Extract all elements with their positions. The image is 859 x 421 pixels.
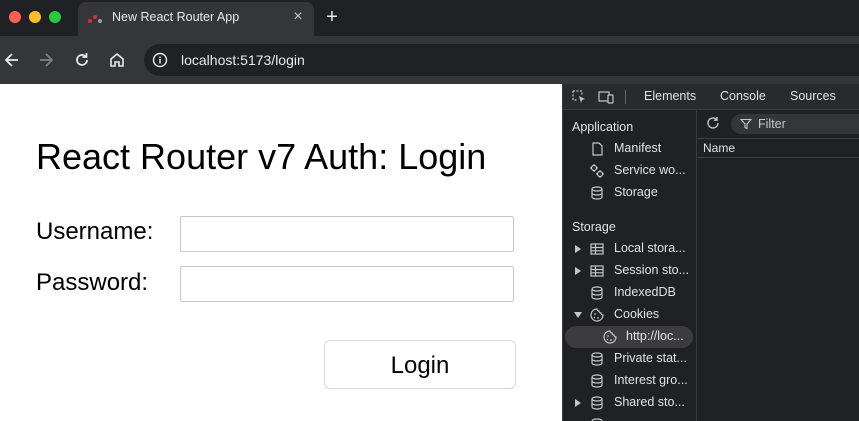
cookie-icon — [603, 330, 617, 344]
url-path: :5173/login — [236, 52, 305, 68]
table-icon — [590, 265, 604, 277]
database-icon — [591, 418, 603, 421]
close-window-button[interactable] — [9, 11, 21, 23]
sidebar-item-service-workers[interactable]: Service wo... — [563, 160, 696, 182]
expand-arrow-icon[interactable] — [574, 398, 582, 408]
sidebar-item-cookie-origin[interactable]: http://loc... — [565, 326, 693, 348]
page-title: React Router v7 Auth: Login — [36, 136, 487, 177]
sidebar-item-shared-storage[interactable]: Shared sto... — [563, 392, 696, 414]
username-input[interactable] — [180, 216, 514, 252]
tab-title: New React Router App — [112, 10, 240, 24]
reload-icon[interactable] — [72, 50, 92, 70]
browser-toolbar: localhost:5173/login — [0, 36, 859, 84]
close-tab-icon[interactable]: × — [290, 9, 306, 25]
minimize-window-button[interactable] — [29, 11, 41, 23]
username-label: Username: — [36, 218, 154, 245]
refresh-icon[interactable] — [705, 115, 721, 131]
sidebar-item-label: Manifest — [614, 141, 662, 155]
database-icon — [591, 374, 603, 388]
cookie-icon — [590, 308, 604, 322]
table-header: Name — [697, 138, 859, 158]
sidebar-item-label: Service wo... — [614, 163, 686, 177]
devtools-panel: Elements Console Sources Application Man… — [562, 84, 859, 421]
url-text[interactable]: localhost:5173/login — [181, 52, 305, 68]
sidebar-item-indexeddb[interactable]: IndexedDB — [563, 282, 696, 304]
filter-input[interactable]: Filter — [731, 114, 859, 134]
application-sidebar: Application Manifest Service wo... Stora… — [563, 110, 697, 421]
inspect-element-icon[interactable] — [571, 89, 587, 105]
expand-arrow-icon[interactable] — [574, 266, 582, 276]
sidebar-item-label: Private stat... — [614, 351, 687, 365]
page-viewport: React Router v7 Auth: Login Username: Pa… — [0, 84, 562, 421]
address-bar[interactable]: localhost:5173/login — [144, 44, 859, 76]
window-titlebar: New React Router App × + — [0, 0, 859, 36]
sidebar-item-label: Storage — [614, 185, 658, 199]
sidebar-item-session-storage[interactable]: Session sto... — [563, 260, 696, 282]
sidebar-item-label: Shared sto... — [614, 395, 685, 409]
cookie-table-panel: Filter Name — [697, 110, 859, 421]
sidebar-item-cookies[interactable]: Cookies — [563, 304, 696, 326]
table-icon — [590, 243, 604, 255]
database-icon — [591, 286, 603, 300]
browser-tab[interactable]: New React Router App × — [78, 2, 314, 36]
sidebar-item-label: IndexedDB — [614, 285, 676, 299]
database-icon — [591, 186, 603, 200]
tab-elements[interactable]: Elements — [644, 89, 696, 103]
column-name-header[interactable]: Name — [703, 141, 735, 155]
login-button[interactable]: Login — [324, 340, 516, 389]
device-toolbar-icon[interactable] — [598, 89, 614, 105]
sidebar-item-label: http://loc... — [626, 329, 684, 343]
sidebar-item-cut-off[interactable] — [563, 414, 696, 421]
tab-sources[interactable]: Sources — [790, 89, 836, 103]
back-icon[interactable] — [2, 50, 22, 70]
collapse-arrow-icon[interactable] — [574, 310, 582, 320]
password-label: Password: — [36, 269, 149, 296]
sidebar-item-storage[interactable]: Storage — [563, 182, 696, 204]
gears-icon — [590, 164, 604, 178]
new-tab-button[interactable]: + — [322, 7, 342, 28]
password-input[interactable] — [180, 266, 514, 302]
sidebar-item-label: Interest gro... — [614, 373, 688, 387]
sidebar-item-label: Cookies — [614, 307, 660, 321]
url-host: localhost — [181, 52, 237, 68]
expand-arrow-icon[interactable] — [574, 244, 582, 254]
sidebar-item-private-state-tokens[interactable]: Private stat... — [563, 348, 696, 370]
sidebar-item-manifest[interactable]: Manifest — [563, 138, 696, 160]
zoom-window-button[interactable] — [49, 11, 61, 23]
forward-icon[interactable] — [36, 50, 56, 70]
document-icon — [592, 142, 603, 156]
tab-console[interactable]: Console — [720, 89, 766, 103]
filter-placeholder: Filter — [758, 117, 786, 131]
database-icon — [591, 352, 603, 366]
sidebar-item-local-storage[interactable]: Local stora... — [563, 238, 696, 260]
devtools-toolbar: Elements Console Sources — [563, 84, 859, 110]
database-icon — [591, 396, 603, 410]
react-router-favicon-icon — [88, 15, 102, 23]
sidebar-item-interest-groups[interactable]: Interest gro... — [563, 370, 696, 392]
section-application: Application — [572, 120, 634, 134]
toolbar-divider — [625, 90, 626, 104]
sidebar-item-label: Local stora... — [614, 241, 686, 255]
site-info-icon[interactable] — [152, 52, 168, 68]
filter-icon — [740, 118, 752, 130]
section-storage: Storage — [572, 220, 616, 234]
sidebar-item-label: Session sto... — [614, 263, 690, 277]
home-icon[interactable] — [107, 50, 127, 70]
